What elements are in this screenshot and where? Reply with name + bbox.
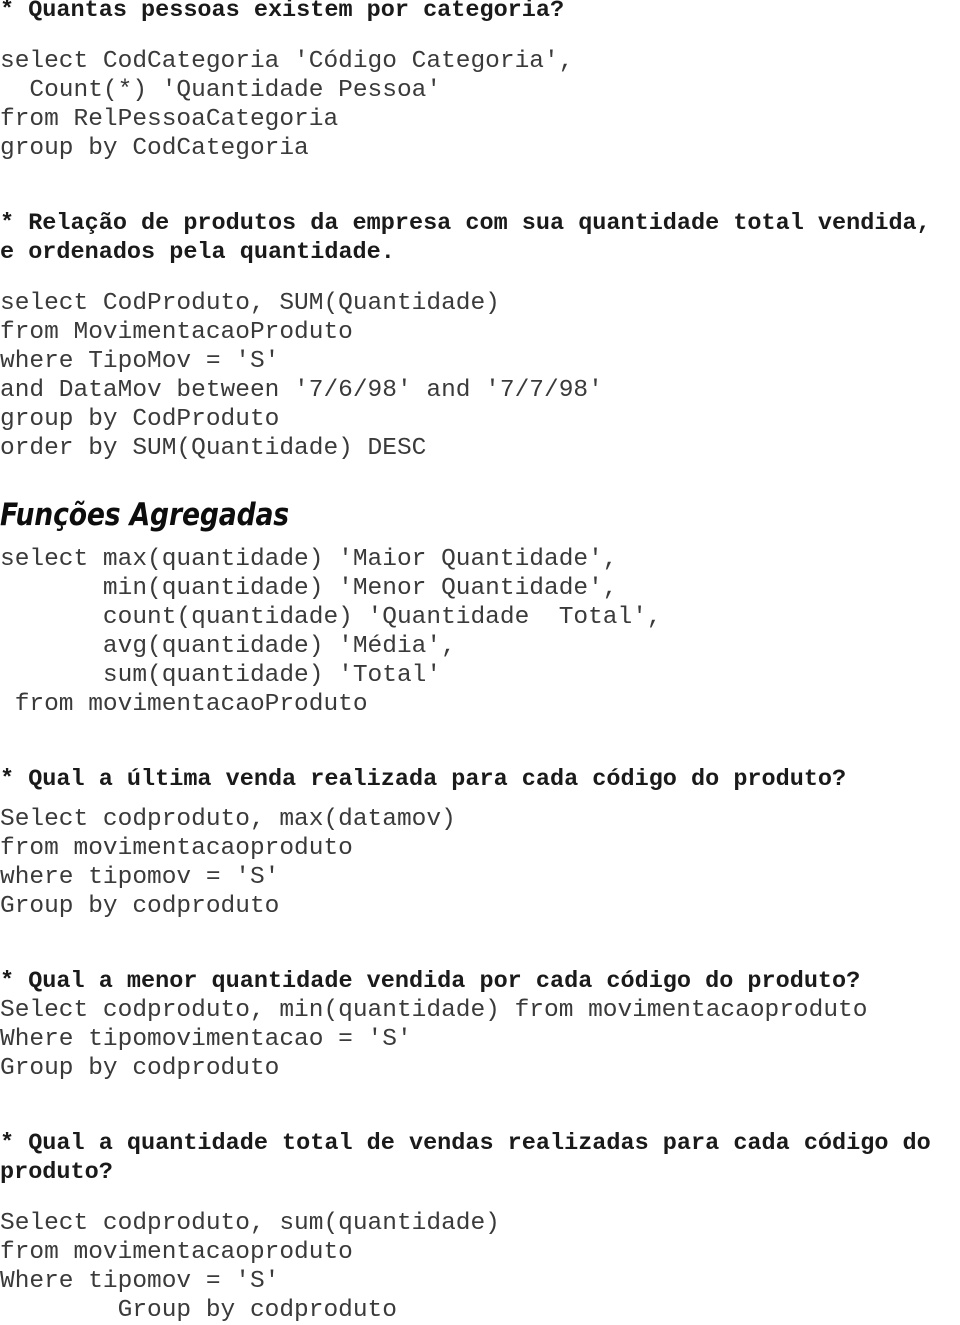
section-funcoes-agregadas: Funções Agregadas select max(quantidade)… [0, 496, 960, 719]
code-line: where TipoMov = 'S' [0, 348, 280, 375]
section-title: Funções Agregadas [0, 497, 290, 533]
section-ultima-venda: * Qual a última venda realizada para cad… [0, 765, 960, 921]
code-line: group by CodProduto [0, 406, 280, 433]
code-line: Select codproduto, max(datamov) [0, 806, 456, 833]
code-line: select CodProduto, SUM(Quantidade) [0, 290, 500, 317]
code-line: Group by codproduto [0, 893, 280, 920]
code-line: avg(quantidade) 'Média', [0, 633, 456, 660]
code-line: and DataMov between '7/6/98' and '7/7/98… [0, 377, 603, 404]
code-line: count(quantidade) 'Quantidade Total', [0, 604, 662, 631]
question-heading: * Quantas pessoas existem por categoria? [0, 0, 565, 24]
code-line: Group by codproduto [0, 1055, 280, 1082]
code-line: Select codproduto, sum(quantidade) [0, 1210, 500, 1237]
question-heading: * Qual a última venda realizada para cad… [0, 766, 847, 793]
code-line: Select codproduto, min(quantidade) from … [0, 997, 868, 1024]
code-line: from MovimentacaoProduto [0, 319, 353, 346]
question-heading-line: * Relação de produtos da empresa com sua… [0, 210, 931, 237]
section-menor-quantidade: * Qual a menor quantidade vendida por ca… [0, 967, 960, 1083]
question-heading-line: * Qual a quantidade total de vendas real… [0, 1130, 931, 1157]
code-line: from RelPessoaCategoria [0, 106, 339, 133]
document-page: * Quantas pessoas existem por categoria?… [0, 0, 960, 1324]
code-line: from movimentacaoProduto [0, 691, 368, 718]
section-quantidade-total: * Qual a quantidade total de vendas real… [0, 1129, 960, 1325]
code-line: from movimentacaoproduto [0, 835, 353, 862]
code-line: Group by codproduto [0, 1297, 397, 1324]
question-heading-line: e ordenados pela quantidade. [0, 239, 395, 266]
code-line: sum(quantidade) 'Total' [0, 662, 442, 689]
code-line: from movimentacaoproduto [0, 1239, 353, 1266]
question-heading-line: produto? [0, 1159, 113, 1186]
code-line: where tipomov = 'S' [0, 864, 280, 891]
code-line: select max(quantidade) 'Maior Quantidade… [0, 546, 618, 573]
code-line: Where tipomovimentacao = 'S' [0, 1026, 412, 1053]
document-body: * Quantas pessoas existem por categoria?… [0, 0, 960, 1325]
code-line: order by SUM(Quantidade) DESC [0, 435, 427, 462]
question-heading: * Qual a menor quantidade vendida por ca… [0, 968, 861, 995]
code-line: Count(*) 'Quantidade Pessoa' [0, 77, 442, 104]
code-line: group by CodCategoria [0, 135, 309, 162]
code-line: select CodCategoria 'Código Categoria', [0, 48, 574, 75]
code-line: min(quantidade) 'Menor Quantidade', [0, 575, 618, 602]
section-quantas-pessoas: * Quantas pessoas existem por categoria?… [0, 0, 960, 163]
section-relacao-produtos: * Relação de produtos da empresa com sua… [0, 209, 960, 463]
